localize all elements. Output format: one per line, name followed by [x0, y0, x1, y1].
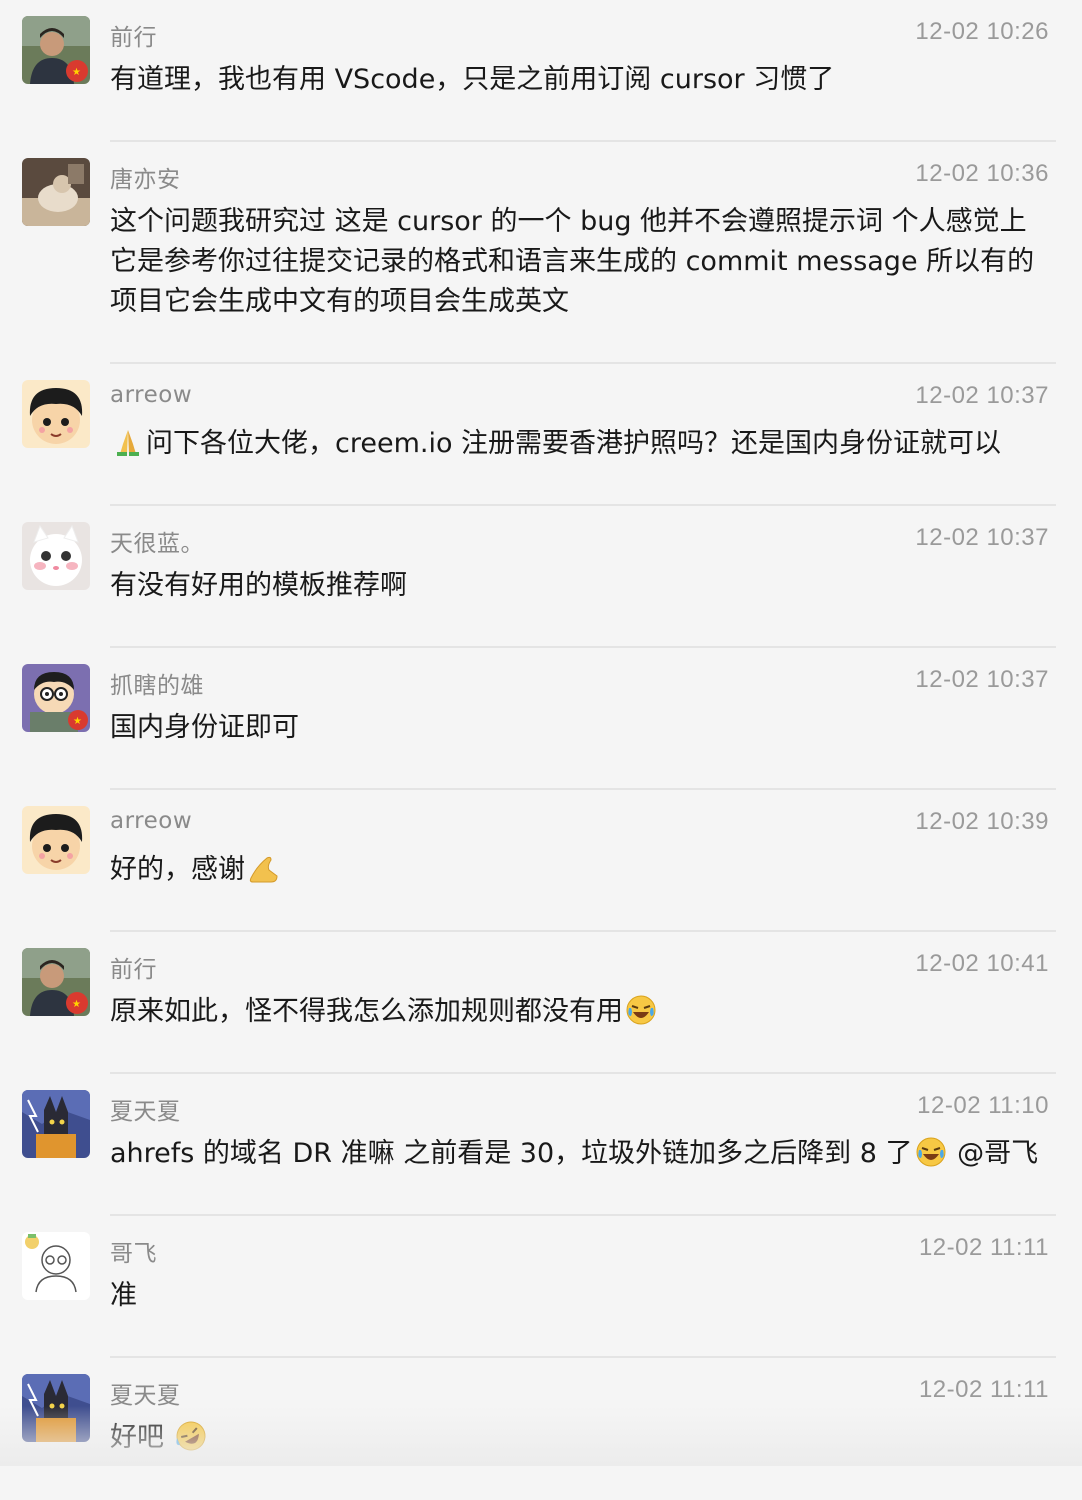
sender-name: 夏天夏 [110, 1383, 181, 1409]
message-time: 12-02 10:37 [915, 524, 1049, 551]
message-time: 12-02 10:39 [915, 808, 1049, 835]
sender-name: 前行 [110, 25, 157, 51]
message-time: 12-02 10:36 [915, 160, 1049, 187]
svg-text:★: ★ [73, 716, 82, 727]
message-text: 好吧 [110, 1418, 1048, 1458]
chat-message: 天很蓝。 12-02 10:37 有没有好用的模板推荐啊 [0, 506, 1082, 648]
message-text: 国内身份证即可 [110, 708, 1048, 748]
message-time: 12-02 11:11 [918, 1376, 1049, 1403]
chat-message: ★ 抓瞎的雄 12-02 10:37 国内身份证即可 [0, 648, 1082, 790]
sender-name: 前行 [110, 957, 157, 983]
message-time: 12-02 10:41 [915, 950, 1049, 977]
message-time: 12-02 10:37 [915, 382, 1049, 409]
sender-name: 天很蓝。 [110, 531, 204, 557]
svg-text:★: ★ [72, 67, 81, 78]
message-text-content: 有道理，我也有用 VScode，只是之前用订阅 cursor 习惯了 [110, 64, 835, 95]
sender-name: arreow [110, 382, 193, 408]
chat-message: ★ 前行 12-02 10:41 原来如此，怪不得我怎么添加规则都没有用 [0, 932, 1082, 1074]
message-time: 12-02 10:26 [915, 18, 1049, 45]
chat-message: arreow 12-02 10:37 问下各位大佬，creem.io 注册需要香… [0, 364, 1082, 506]
message-text: ahrefs 的域名 DR 准嘛 之前看是 30，垃圾外链加多之后降到 8 了 … [110, 1134, 1048, 1174]
tears-of-joy-emoji [915, 1136, 947, 1168]
nobita-avatar[interactable]: ★ [22, 664, 90, 732]
svg-text:★: ★ [72, 999, 81, 1010]
chat-message-list: ★ 前行 12-02 10:26 有道理，我也有用 VScode，只是之前用订阅… [0, 0, 1082, 1500]
cartoon-boy-avatar[interactable] [22, 806, 90, 874]
message-text-content: 原来如此，怪不得我怎么添加规则都没有用 [110, 996, 623, 1027]
message-text: 好的，感谢 [110, 850, 1048, 890]
message-text-content: 好的，感谢 [110, 854, 245, 885]
chat-message: arreow 12-02 10:39 好的，感谢 [0, 790, 1082, 932]
message-time: 12-02 11:11 [918, 1234, 1049, 1261]
message-text: 问下各位大佬，creem.io 注册需要香港护照吗？还是国内身份证就可以 [110, 424, 1048, 464]
message-text-content: 国内身份证即可 [110, 712, 299, 743]
sender-name: 唐亦安 [110, 167, 181, 193]
cartoon-boy-avatar[interactable] [22, 380, 90, 448]
tears-of-joy-emoji [625, 994, 657, 1026]
message-text: 有道理，我也有用 VScode，只是之前用订阅 cursor 习惯了 [110, 60, 1048, 100]
ok-hand-emoji [247, 852, 279, 884]
sender-name: 抓瞎的雄 [110, 673, 204, 699]
sender-name: 夏天夏 [110, 1099, 181, 1125]
mention-link[interactable]: @哥飞 [949, 1138, 1038, 1169]
message-time: 12-02 11:10 [917, 1092, 1049, 1119]
folded-hands-emoji [112, 426, 144, 458]
pet-photo-avatar[interactable] [22, 158, 90, 226]
message-text: 原来如此，怪不得我怎么添加规则都没有用 [110, 992, 1048, 1032]
message-text-content: 问下各位大佬，creem.io 注册需要香港护照吗？还是国内身份证就可以 [146, 428, 1002, 459]
message-text-content: 准 [110, 1280, 137, 1311]
message-text-content: 这个问题我研究过 这是 cursor 的一个 bug 他并不会遵照提示词 个人感… [110, 206, 1035, 317]
man-photo-avatar[interactable]: ★ [22, 16, 90, 84]
chat-message: ★ 前行 12-02 10:26 有道理，我也有用 VScode，只是之前用订阅… [0, 0, 1082, 142]
sender-name: 哥飞 [110, 1241, 157, 1267]
message-text: 有没有好用的模板推荐啊 [110, 566, 1048, 606]
chat-message: 唐亦安 12-02 10:36 这个问题我研究过 这是 cursor 的一个 b… [0, 142, 1082, 364]
white-cat-avatar[interactable] [22, 522, 90, 590]
message-text-content: 有没有好用的模板推荐啊 [110, 570, 407, 601]
message-time: 12-02 10:37 [915, 666, 1049, 693]
message-text-content: 好吧 [110, 1422, 173, 1453]
chat-message: 夏天夏 12-02 11:10 ahrefs 的域名 DR 准嘛 之前看是 30… [0, 1074, 1082, 1216]
message-text: 这个问题我研究过 这是 cursor 的一个 bug 他并不会遵照提示词 个人感… [110, 202, 1048, 322]
sender-name: arreow [110, 808, 193, 834]
sketch-man-avatar[interactable] [22, 1232, 90, 1300]
chat-message: 哥飞 12-02 11:11 准 [0, 1216, 1082, 1358]
wolf-avatar[interactable] [22, 1090, 90, 1158]
rolling-laugh-emoji [175, 1420, 207, 1452]
man-photo-avatar[interactable]: ★ [22, 948, 90, 1016]
wolf-avatar[interactable] [22, 1374, 90, 1442]
message-text-content: ahrefs 的域名 DR 准嘛 之前看是 30，垃圾外链加多之后降到 8 了 [110, 1138, 913, 1169]
message-text: 准 [110, 1276, 1048, 1316]
chat-message: 夏天夏 12-02 11:11 好吧 [0, 1358, 1082, 1500]
